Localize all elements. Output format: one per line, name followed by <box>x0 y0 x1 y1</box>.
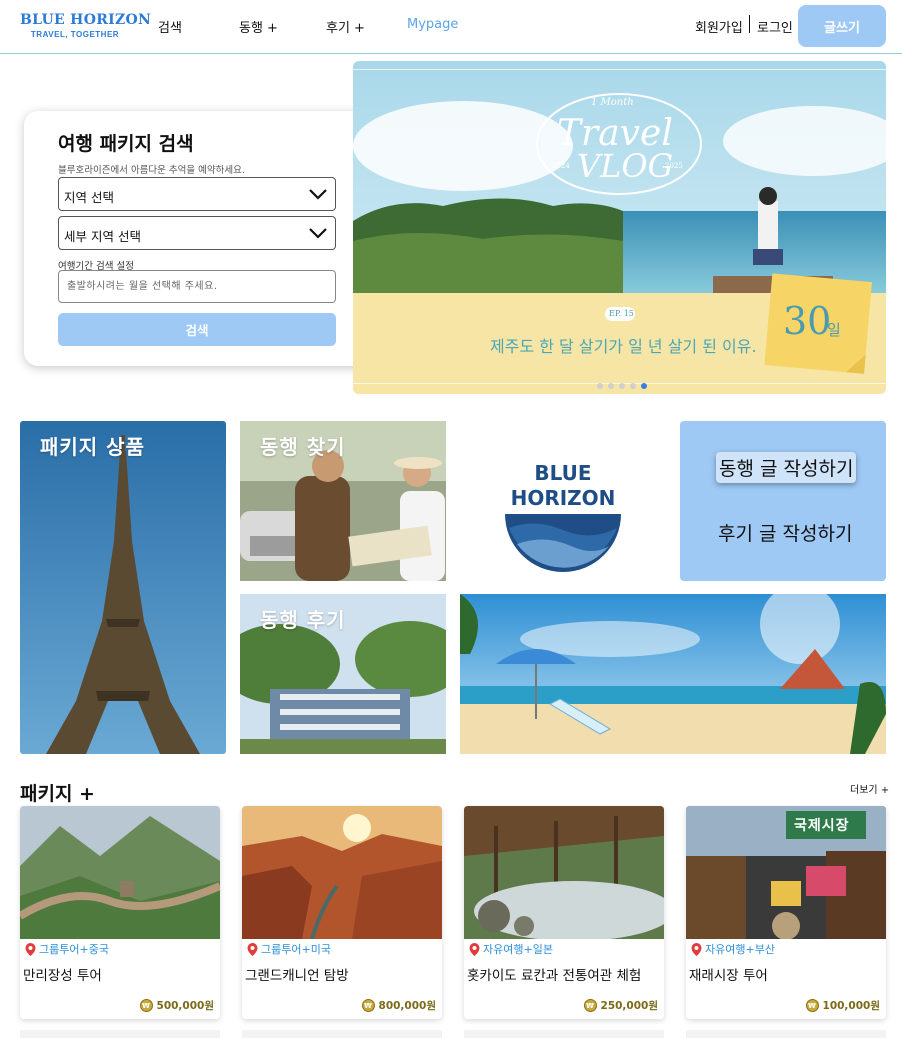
nav-companion[interactable]: 동행 + <box>239 17 278 36</box>
chevron-down-icon <box>309 228 327 239</box>
won-coin-icon: ₩ <box>139 999 153 1012</box>
site-header: BLUE HORIZON TRAVEL, TOGETHER 검색 동행 + 후기… <box>0 0 902 54</box>
banner-episode: EP. 15 <box>609 309 634 318</box>
package-price: ₩ 100,000원 <box>805 998 880 1013</box>
login-link[interactable]: 로그인 <box>757 17 793 36</box>
package-card[interactable]: 국제시장 자유여행+부산 재래시장 투어 ₩ 100,000원 <box>686 806 886 1019</box>
grand-canyon-image <box>242 806 442 939</box>
next-row-edge <box>464 1030 664 1038</box>
brand-logo-tile: BLUE HORIZON <box>460 421 666 581</box>
wave-logo-icon <box>505 514 621 572</box>
search-button[interactable]: 검색 <box>58 313 336 346</box>
nav-mypage[interactable]: Mypage <box>407 17 458 32</box>
nav-review[interactable]: 후기 + <box>326 17 365 36</box>
period-input[interactable] <box>58 270 336 303</box>
package-name: 만리장성 투어 <box>23 968 102 984</box>
tile-companion-review-label: 동행 후기 <box>260 608 346 632</box>
carousel-dot[interactable] <box>630 383 636 389</box>
package-search-panel: 여행 패키지 검색 블루호라이즌에서 아름다운 추억을 예약하세요. 지역 선택… <box>24 111 370 366</box>
subregion-select[interactable]: 세부 지역 선택 <box>58 216 336 250</box>
write-panel: 동행 글 작성하기 후기 글 작성하기 <box>680 421 886 581</box>
package-price-text: 800,000원 <box>378 1000 436 1012</box>
banner-year-right: 2025 <box>665 162 683 170</box>
tile-find-companion-label: 동행 찾기 <box>260 435 346 459</box>
package-name: 그랜드캐니언 탐방 <box>245 968 349 984</box>
chevron-down-icon <box>309 189 327 200</box>
write-review-link[interactable]: 후기 글 작성하기 <box>718 519 852 546</box>
banner-title-line2: VLOG <box>577 147 674 185</box>
package-price-text: 100,000원 <box>822 1000 880 1012</box>
location-pin-icon <box>691 942 702 956</box>
write-companion-link[interactable]: 동행 글 작성하기 <box>716 452 857 483</box>
logo-tagline: TRAVEL, TOGETHER <box>30 30 120 39</box>
travel-vlog-banner[interactable]: 1 Month Travel VLOG 2024 2025 EP. 15 제주도… <box>353 61 886 394</box>
nav-search[interactable]: 검색 <box>158 17 182 36</box>
package-tag-text: 그룹투어+미국 <box>261 943 331 956</box>
brand-logo-line2: HORIZON <box>510 486 616 510</box>
location-pin-icon <box>247 942 258 956</box>
site-logo[interactable]: BLUE HORIZON TRAVEL, TOGETHER <box>20 12 152 39</box>
package-card[interactable]: 그룹투어+미국 그랜드캐니언 탐방 ₩ 800,000원 <box>242 806 442 1019</box>
brand-logo-text: BLUE HORIZON <box>460 461 666 511</box>
banner-year-left: 2024 <box>552 162 570 170</box>
eiffel-tower-image <box>20 421 226 754</box>
next-row-edge <box>686 1030 886 1038</box>
great-wall-image <box>20 806 220 939</box>
package-card[interactable]: 자유여행+일본 홋카이도 료칸과 전통여관 체험 ₩ 250,000원 <box>464 806 664 1019</box>
packages-title[interactable]: 패키지 + <box>20 779 95 806</box>
banner-note-number: 30 <box>783 299 832 343</box>
beach-illustration <box>460 594 886 754</box>
banner-note-unit: 일 <box>827 321 841 339</box>
package-tag: 그룹투어+미국 <box>247 941 331 957</box>
more-link[interactable]: 더보기 + <box>850 781 889 796</box>
next-row-edge <box>20 1030 220 1038</box>
search-description: 블루호라이즌에서 아름다운 추억을 예약하세요. <box>58 165 245 176</box>
package-price: ₩ 500,000원 <box>139 998 214 1013</box>
location-pin-icon <box>469 942 480 956</box>
region-select-value: 지역 선택 <box>64 190 114 205</box>
tile-find-companion[interactable]: 동행 찾기 <box>240 421 446 581</box>
package-tag-text: 그룹투어+중국 <box>39 943 109 956</box>
location-pin-icon <box>25 942 36 956</box>
package-tag-text: 자유여행+부산 <box>705 943 775 956</box>
auth-divider <box>749 15 750 33</box>
package-name: 홋카이도 료칸과 전통여관 체험 <box>467 968 642 984</box>
tile-package-label: 패키지 상품 <box>40 435 145 459</box>
beach-banner[interactable] <box>460 594 886 754</box>
tile-package[interactable]: 패키지 상품 <box>20 421 226 754</box>
carousel-dot[interactable] <box>619 383 625 389</box>
subregion-select-value: 세부 지역 선택 <box>64 229 141 244</box>
package-tag-text: 자유여행+일본 <box>483 943 553 956</box>
carousel-dot-active[interactable] <box>641 383 647 389</box>
package-tag: 자유여행+일본 <box>469 941 553 957</box>
logo-main-text: BLUE HORIZON <box>20 12 152 28</box>
carousel-dot[interactable] <box>597 383 603 389</box>
package-price: ₩ 800,000원 <box>361 998 436 1013</box>
won-coin-icon: ₩ <box>583 999 597 1012</box>
package-tag: 자유여행+부산 <box>691 941 775 957</box>
banner-caption: 제주도 한 달 살기가 일 년 살기 된 이유. <box>490 337 757 356</box>
package-tag: 그룹투어+중국 <box>25 941 109 957</box>
market-sign-text: 국제시장 <box>794 818 850 834</box>
region-select[interactable]: 지역 선택 <box>58 177 336 211</box>
next-row-edge <box>242 1030 442 1038</box>
market-image <box>686 806 886 939</box>
carousel-dots <box>597 383 647 389</box>
won-coin-icon: ₩ <box>361 999 375 1012</box>
write-button[interactable]: 글쓰기 <box>798 5 886 47</box>
banner-top-small: 1 Month <box>591 97 634 108</box>
tile-companion-review[interactable]: 동행 후기 <box>240 594 446 754</box>
package-card[interactable]: 그룹투어+중국 만리장성 투어 ₩ 500,000원 <box>20 806 220 1019</box>
signup-link[interactable]: 회원가입 <box>695 17 743 36</box>
ryokan-image <box>464 806 664 939</box>
brand-logo-line1: BLUE <box>534 461 592 485</box>
won-coin-icon: ₩ <box>805 999 819 1012</box>
package-name: 재래시장 투어 <box>689 968 768 984</box>
carousel-dot[interactable] <box>608 383 614 389</box>
package-price-text: 500,000원 <box>156 1000 214 1012</box>
package-price: ₩ 250,000원 <box>583 998 658 1013</box>
search-title: 여행 패키지 검색 <box>58 133 194 155</box>
package-price-text: 250,000원 <box>600 1000 658 1012</box>
